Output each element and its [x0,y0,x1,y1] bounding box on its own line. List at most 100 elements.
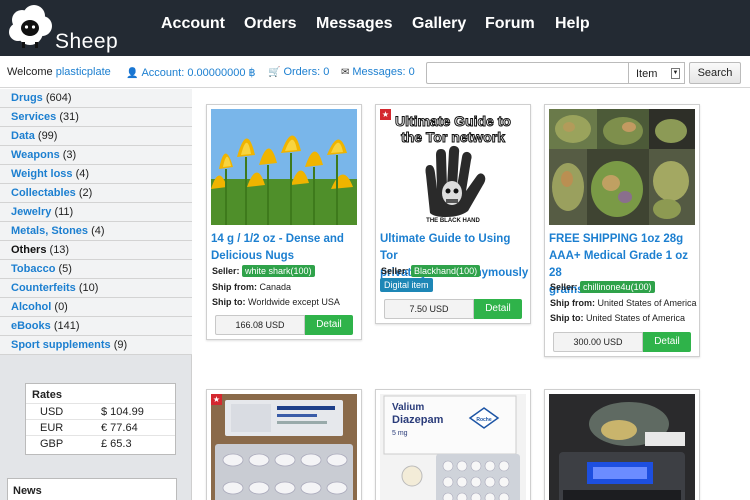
ship-from-value: Canada [259,282,292,292]
category-label: Weapons [11,149,60,161]
category-label: Jewelry [11,206,52,218]
ship-to-label: Ship to: [212,297,246,307]
rate-currency: GBP [40,438,64,450]
category-services[interactable]: Services (31) [0,108,192,127]
product-card [544,389,700,500]
category-label: Tobacco [11,263,56,275]
product-image[interactable] [211,109,357,225]
category-ebooks[interactable]: eBooks (141) [0,317,192,336]
category-others[interactable]: Others (13) [0,241,192,260]
category-label: Sport supplements [11,339,111,351]
tulip-photo [211,109,357,225]
seller-badge[interactable]: Blackhand(100) [411,265,481,277]
nav-gallery[interactable]: Gallery [412,15,466,33]
nav-account[interactable]: Account [161,15,225,33]
category-data[interactable]: Data (99) [0,127,192,146]
ship-from-row: Ship from: Canada [212,282,291,292]
digital-item-badge: Digital item [380,278,433,292]
cover-title-line: Ultimate Guide to [395,113,511,129]
rate-amount: £ 65.3 [101,438,132,450]
category-jewelry[interactable]: Jewelry (11) [0,203,192,222]
welcome-text: Welcome plasticplate [7,66,111,78]
product-title-line: Delicious Nugs [211,250,295,262]
category-count: (4) [75,168,90,180]
seller-badge[interactable]: white shark(100) [242,265,315,277]
seller-badge[interactable]: chillinone4u(100) [580,281,655,293]
brand-name[interactable]: Sheep [55,30,118,54]
nav-orders[interactable]: Orders [244,15,296,33]
category-count: (3) [62,149,77,161]
category-count: (604) [45,92,72,104]
search-type-value: Item [636,68,658,80]
search-input[interactable] [426,62,629,84]
category-count: (9) [113,339,128,351]
category-tobacco[interactable]: Tobacco (5) [0,260,192,279]
search-button[interactable]: Search [689,62,741,84]
orders-value: 0 [323,66,330,78]
product-title[interactable]: 14 g / 1/2 oz - Dense and Delicious Nugs [211,231,361,265]
pill-blister-photo [211,394,357,500]
sheep-logo-icon[interactable] [6,2,54,50]
orders-count[interactable]: 🛒 Orders: 0 [268,66,329,78]
product-image[interactable]: ★ [211,394,357,500]
bud-collage-photo [549,109,695,225]
category-count: (4) [91,225,105,237]
valium-box-photo: Valium Diazepam 5 mg Roche [380,394,526,500]
ship-to-value: United States of America [586,313,686,323]
nav-forum[interactable]: Forum [485,15,535,33]
username-link[interactable]: plasticplate [56,66,111,78]
ship-from-row: Ship from: United States of America [550,298,697,308]
user-bar: Welcome plasticplate 👤 Account: 0.0000000… [0,56,750,88]
seller-label: Seller: [381,266,409,276]
category-label: Weight loss [11,168,73,180]
price-display: 7.50 USD [384,299,474,319]
product-image[interactable] [549,109,695,225]
rate-amount: $ 104.99 [101,406,144,418]
nav-help[interactable]: Help [555,15,590,33]
category-label: Others [11,244,47,256]
category-weight-loss[interactable]: Weight loss (4) [0,165,192,184]
category-metals-stones[interactable]: Metals, Stones (4) [0,222,192,241]
price-display: 300.00 USD [553,332,643,352]
rates-title: Rates [32,389,62,401]
seller-label: Seller: [550,282,578,292]
category-sport-supplements[interactable]: Sport supplements (9) [0,336,192,355]
chevron-down-icon: ▼ [671,68,680,79]
detail-button[interactable]: Detail [305,315,353,335]
category-label: eBooks [11,320,51,332]
product-title-line: FREE SHIPPING 1oz 28g [549,233,684,245]
cover-title-line: the Tor network [401,129,505,145]
seller-row: Seller: white shark(100) [212,265,315,277]
rate-row: EUR € 77.64 [26,419,175,435]
rate-row: USD $ 104.99 [26,403,175,419]
category-label: Services [11,111,57,123]
box-brand-text: Valium [392,402,424,413]
product-image[interactable]: Ultimate Guide to the Tor network THE BL… [380,109,526,225]
category-counterfeits[interactable]: Counterfeits (10) [0,279,192,298]
price-display: 166.08 USD [215,315,305,335]
nav-messages[interactable]: Messages [316,15,393,33]
category-weapons[interactable]: Weapons (3) [0,146,192,165]
welcome-label: Welcome [7,66,53,78]
news-panel: News [7,478,177,500]
digital-scale-photo [549,394,695,500]
seller-row: Seller: Blackhand(100) [381,265,481,277]
account-balance[interactable]: 👤 Account: 0.00000000 ฿ [126,66,256,79]
detail-button[interactable]: Detail [643,332,691,352]
search-type-select[interactable]: Item ▼ [629,62,685,84]
product-title-line: 14 g / 1/2 oz - Dense and [211,233,344,245]
seller-label: Seller: [212,266,240,276]
category-count: (11) [54,206,74,218]
tor-guide-cover: Ultimate Guide to the Tor network THE BL… [380,109,526,225]
category-collectables[interactable]: Collectables (2) [0,184,192,203]
detail-button[interactable]: Detail [474,299,522,319]
product-image[interactable] [549,394,695,500]
category-count: (10) [78,282,99,294]
ship-from-label: Ship from: [550,298,595,308]
ship-to-row: Ship to: Worldwide except USA [212,297,340,307]
product-image[interactable]: Valium Diazepam 5 mg Roche [380,394,526,500]
category-alcohol[interactable]: Alcohol (0) [0,298,192,317]
messages-count[interactable]: ✉ Messages: 0 [341,66,415,78]
category-drugs[interactable]: Drugs (604) [0,89,192,108]
box-maker-logo: Roche [476,417,492,423]
